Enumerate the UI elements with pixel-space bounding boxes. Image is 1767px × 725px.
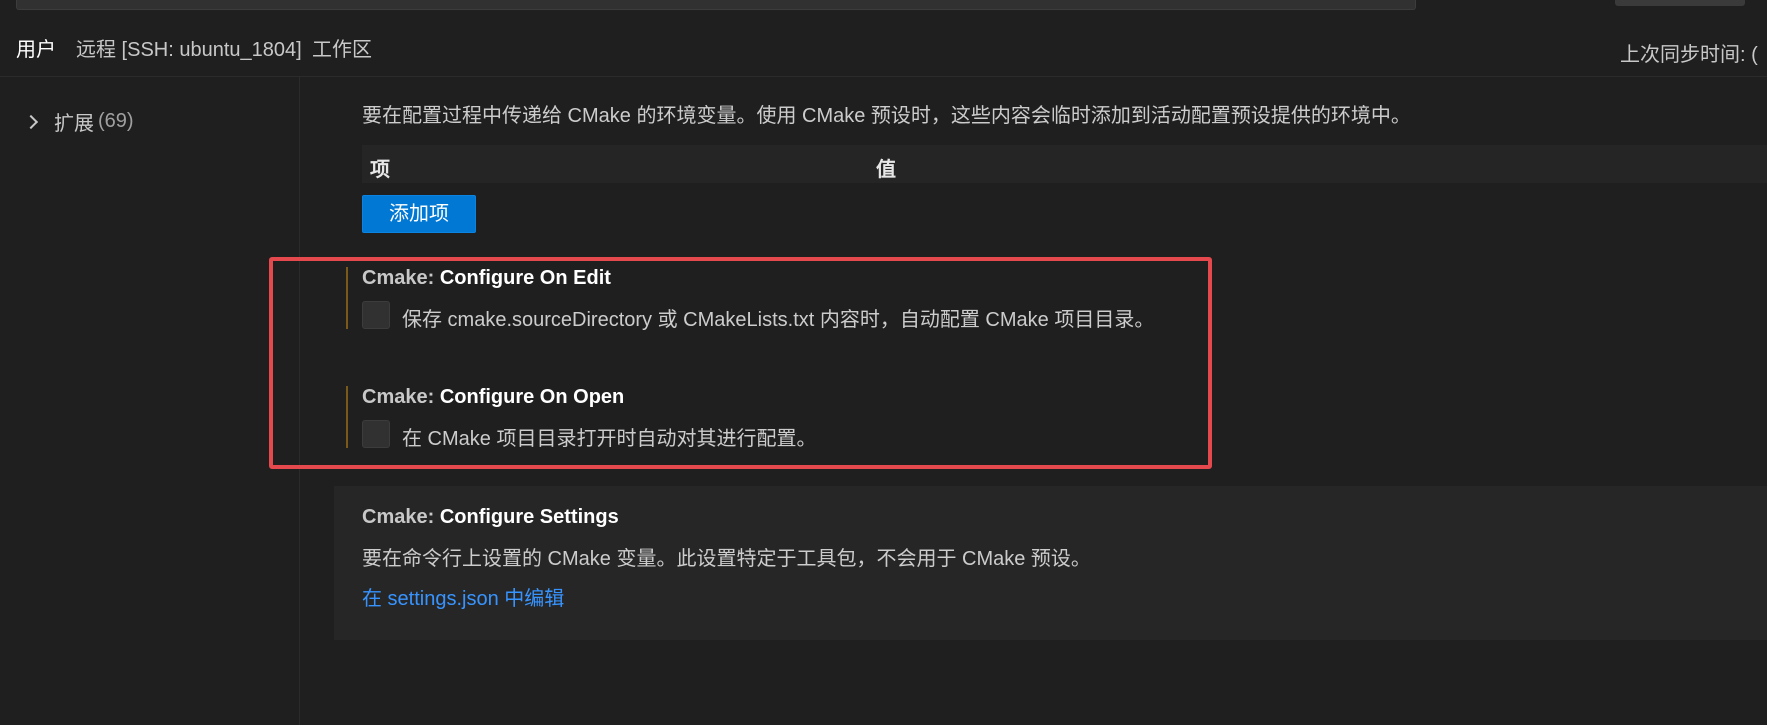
edit-in-settings-json-link[interactable]: 在 settings.json 中编辑 [362,582,564,611]
setting-description: 在 CMake 项目目录打开时自动对其进行配置。 [402,428,817,450]
setting-key: Configure On Edit [439,267,611,289]
column-item: 项 [370,159,390,181]
top-strip [0,0,1767,14]
configure-on-open-checkbox[interactable] [362,420,390,448]
key-value-table-header: 项 值 [362,145,1767,183]
setting-category: Cmake: [362,506,440,528]
modified-indicator [346,386,348,448]
setting-title: Cmake: Configure On Open [362,386,624,409]
setting-configure-settings: Cmake: Configure Settings 要在命令行上设置的 CMak… [334,486,1767,640]
setting-key: Configure Settings [439,506,619,528]
toc-item-label: 扩展 [54,113,94,135]
settings-scope-tabs: 用户 远程 [SSH: ubuntu_1804] 工作区 上次同步时间: ( [0,28,1767,78]
settings-search-input[interactable] [16,0,1416,10]
setting-category: Cmake: [362,386,440,408]
configure-on-edit-checkbox[interactable] [362,301,390,329]
tab-workspace[interactable]: 工作区 [312,38,372,62]
setting-category: Cmake: [362,267,440,289]
toc-item-extensions[interactable]: 扩展 (69) [23,107,134,136]
settings-toc: 扩展 (69) [0,77,300,725]
tab-user[interactable]: 用户 [16,38,56,62]
column-value: 值 [876,159,896,181]
setting-title: Cmake: Configure Settings [362,506,619,529]
setting-key: Configure On Open [439,386,625,408]
chevron-right-icon [23,114,39,129]
environment-description: 要在配置过程中传递给 CMake 的环境变量。使用 CMake 预设时，这些内容… [362,105,1411,127]
add-item-button[interactable]: 添加项 [362,195,476,233]
setting-description: 要在命令行上设置的 CMake 变量。此设置特定于工具包，不会用于 CMake … [362,548,1091,570]
setting-description: 保存 cmake.sourceDirectory 或 CMakeLists.tx… [402,309,1155,331]
modified-indicator [346,267,348,329]
settings-list: 要在配置过程中传递给 CMake 的环境变量。使用 CMake 预设时，这些内容… [269,77,1767,725]
toc-item-count: (69) [98,110,134,132]
tab-remote[interactable]: 远程 [SSH: ubuntu_1804] [76,38,302,62]
setting-title: Cmake: Configure On Edit [362,267,611,290]
last-sync-time: 上次同步时间: ( [1620,44,1758,66]
filter-button[interactable] [1615,0,1745,6]
